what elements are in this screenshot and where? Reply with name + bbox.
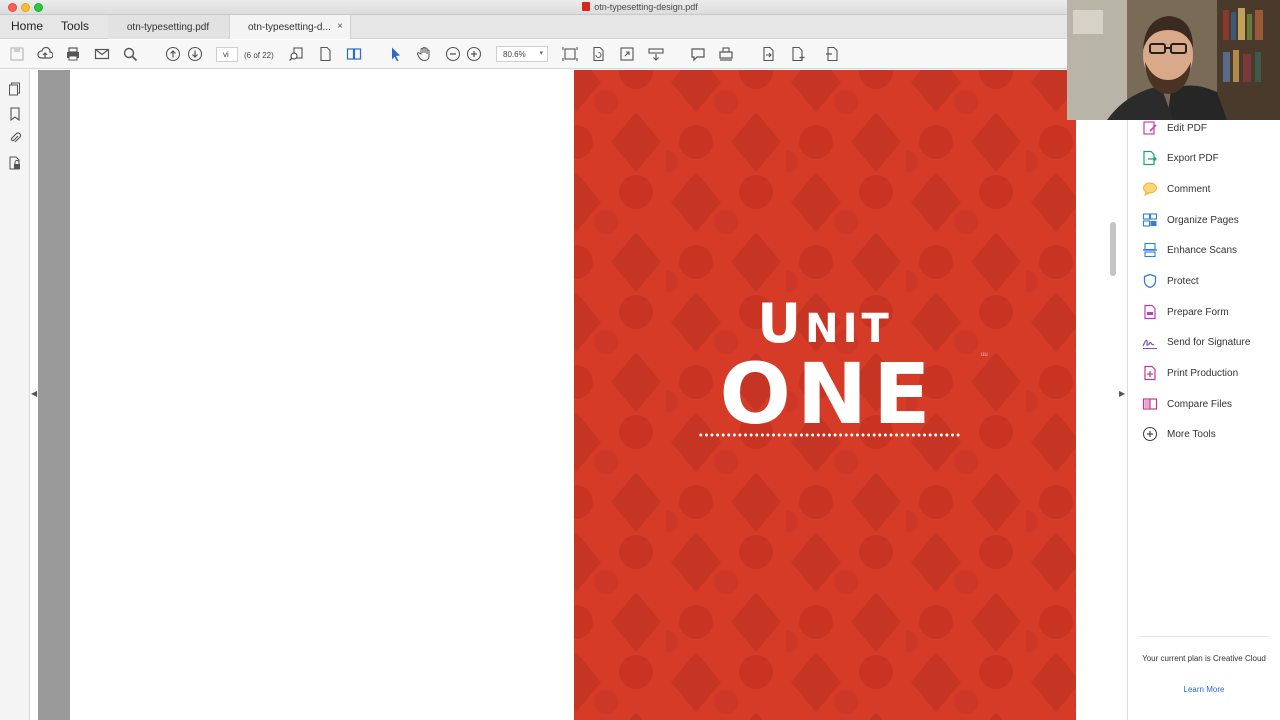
tool-label: More Tools	[1167, 428, 1216, 440]
tool-export-pdf[interactable]: Export PDF	[1142, 149, 1219, 167]
full-screen-icon[interactable]	[619, 46, 635, 62]
bookmarks-icon[interactable]	[8, 107, 22, 122]
tool-compare-files[interactable]: Compare Files	[1142, 395, 1232, 413]
chevron-down-icon: ▾	[539, 50, 543, 57]
nav-home[interactable]: Home	[11, 19, 43, 33]
window-title-text: otn-typesetting-design.pdf	[594, 2, 698, 12]
plan-status-text: Your current plan is Creative Cloud	[1142, 654, 1266, 663]
signature-icon	[1142, 334, 1158, 350]
hand-tool-icon[interactable]	[416, 46, 432, 62]
comment-icon[interactable]	[690, 46, 706, 62]
tab-label: otn-typesetting-d...	[248, 22, 331, 33]
nav-tools[interactable]: Tools	[61, 19, 89, 33]
stray-mark: uu	[981, 352, 988, 358]
tool-label: Print Production	[1167, 367, 1239, 379]
compare-files-icon	[1142, 396, 1158, 412]
tool-label: Protect	[1167, 275, 1199, 287]
tool-label: Organize Pages	[1167, 214, 1239, 226]
export-file-icon[interactable]	[760, 46, 776, 62]
one-heading: ONE	[719, 345, 937, 443]
presenter-video-image	[1067, 0, 1280, 120]
zoom-value: 80.6%	[503, 50, 526, 59]
tool-send-for-signature[interactable]: Send for Signature	[1142, 333, 1250, 351]
collapse-left-panel-icon[interactable]: ◀	[31, 389, 37, 398]
vertical-scrollbar[interactable]	[1110, 222, 1116, 276]
page-count: (6 of 22)	[244, 51, 274, 60]
single-page-view-icon[interactable]	[317, 46, 333, 62]
edit-pdf-icon	[1142, 120, 1158, 136]
tool-prepare-form[interactable]: Prepare Form	[1142, 303, 1229, 321]
upload-cloud-icon[interactable]	[37, 46, 54, 62]
tool-label: Edit PDF	[1167, 122, 1208, 134]
select-cursor-icon[interactable]	[388, 46, 404, 62]
page-thumbnails-icon[interactable]	[8, 82, 22, 96]
comment-icon	[1142, 181, 1158, 197]
collapse-right-panel-icon[interactable]: ▶	[1119, 389, 1125, 398]
two-page-view-icon[interactable]	[346, 46, 362, 62]
tool-label: Compare Files	[1167, 398, 1233, 410]
security-lock-icon[interactable]	[8, 156, 22, 170]
tools-pane: Edit PDF Export PDF Comment Organize Pag…	[1127, 40, 1280, 720]
tool-more-tools[interactable]: More Tools	[1142, 425, 1216, 443]
tool-comment[interactable]: Comment	[1142, 180, 1210, 198]
fit-page-icon[interactable]	[562, 46, 578, 62]
pdf-file-icon	[582, 2, 591, 11]
webcam-overlay	[1067, 0, 1280, 120]
document-gutter	[1076, 70, 1110, 720]
stamp-icon[interactable]	[718, 46, 734, 62]
tool-label: Export PDF	[1167, 152, 1219, 164]
save-icon[interactable]	[9, 46, 25, 62]
create-file-icon[interactable]	[790, 46, 806, 62]
page-number-input[interactable]: vi	[216, 47, 238, 62]
tool-label: Prepare Form	[1167, 306, 1229, 318]
zoom-in-icon[interactable]	[466, 46, 482, 62]
pdf-page-unit-one: UNIT ONE uu	[574, 70, 1076, 720]
learn-more-link[interactable]: Learn More	[1128, 685, 1280, 694]
protect-icon	[1142, 273, 1158, 289]
tool-protect[interactable]: Protect	[1142, 272, 1199, 290]
next-page-icon[interactable]	[187, 46, 203, 62]
more-tools-icon	[1142, 426, 1158, 442]
tool-print-production[interactable]: Print Production	[1142, 364, 1238, 382]
share-file-icon[interactable]	[824, 46, 840, 62]
tool-enhance-scans[interactable]: Enhance Scans	[1142, 241, 1237, 259]
tool-edit-pdf[interactable]: Edit PDF	[1142, 119, 1207, 137]
pane-divider	[1138, 636, 1270, 637]
zoom-out-icon[interactable]	[445, 46, 461, 62]
tool-organize-pages[interactable]: Organize Pages	[1142, 211, 1239, 229]
prepare-form-icon	[1142, 304, 1158, 320]
pdf-page-blank	[70, 70, 574, 720]
tool-label: Send for Signature	[1167, 336, 1251, 348]
organize-pages-icon	[1142, 212, 1158, 228]
tool-label: Enhance Scans	[1167, 244, 1238, 256]
dotted-divider	[698, 432, 960, 438]
tab-label: otn-typesetting.pdf	[126, 22, 210, 33]
search-icon[interactable]	[122, 46, 138, 62]
scroll-mode-icon[interactable]	[648, 46, 664, 62]
tab-close-icon[interactable]: ×	[337, 21, 343, 32]
find-text-icon[interactable]	[288, 46, 304, 62]
print-production-icon	[1142, 365, 1158, 381]
export-pdf-icon	[1142, 150, 1158, 166]
tab-otn-typesetting[interactable]: otn-typesetting.pdf	[108, 15, 228, 39]
tool-label: Comment	[1167, 183, 1211, 195]
rotate-view-icon[interactable]	[590, 46, 606, 62]
attachments-icon[interactable]	[8, 131, 22, 145]
email-icon[interactable]	[94, 46, 110, 62]
left-navigation-rail	[0, 70, 30, 720]
tab-otn-typesetting-design[interactable]: otn-typesetting-d... ×	[229, 15, 351, 39]
zoom-select[interactable]: 80.6% ▾	[496, 46, 548, 62]
print-icon[interactable]	[65, 46, 81, 62]
enhance-scans-icon	[1142, 242, 1158, 258]
previous-page-icon[interactable]	[165, 46, 181, 62]
